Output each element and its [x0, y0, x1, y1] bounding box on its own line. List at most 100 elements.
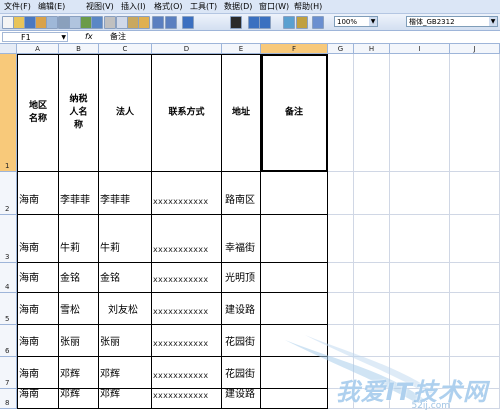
formula-input[interactable]: 备注: [110, 31, 126, 43]
cell-c1[interactable]: 法人: [99, 54, 152, 172]
autosum-icon[interactable]: [230, 16, 242, 29]
cell-j6[interactable]: [450, 325, 500, 357]
column-header-b[interactable]: B: [59, 44, 99, 54]
cell-e7[interactable]: 花园街: [222, 357, 261, 389]
cell-i5[interactable]: [390, 293, 450, 325]
cell-g3[interactable]: [328, 215, 354, 263]
select-all-corner[interactable]: [0, 44, 17, 54]
row-header-3[interactable]: 3: [0, 215, 17, 263]
cell-e2[interactable]: 路南区: [222, 172, 261, 215]
cell-b1[interactable]: 纳税人名称: [59, 54, 99, 172]
cell-d1[interactable]: 联系方式: [152, 54, 222, 172]
menu-item[interactable]: 文件(F): [4, 1, 31, 12]
cell-h3[interactable]: [354, 215, 390, 263]
cell-a2[interactable]: 海南: [17, 172, 59, 215]
cell-a4[interactable]: 海南: [17, 263, 59, 293]
chart-wizard-icon[interactable]: [283, 16, 295, 29]
cell-h7[interactable]: [354, 357, 390, 389]
column-header-j[interactable]: J: [450, 44, 500, 54]
cell-i1[interactable]: [390, 54, 450, 172]
cell-e3[interactable]: 幸福街: [222, 215, 261, 263]
row-header-6[interactable]: 6: [0, 325, 17, 357]
font-select[interactable]: 楷体_GB2312 ▼: [406, 16, 498, 27]
cell-c3[interactable]: 牛莉: [99, 215, 152, 263]
column-header-e[interactable]: E: [222, 44, 261, 54]
column-header-i[interactable]: I: [390, 44, 450, 54]
menu-item[interactable]: 工具(T): [190, 1, 217, 12]
row-header-4[interactable]: 4: [0, 263, 17, 293]
menu-item[interactable]: 数据(D): [224, 1, 252, 12]
cell-g7[interactable]: [328, 357, 354, 389]
menu-item[interactable]: 视图(V): [86, 1, 114, 12]
menu-item[interactable]: 窗口(W): [259, 1, 289, 12]
cell-h2[interactable]: [354, 172, 390, 215]
row-header-2[interactable]: 2: [0, 172, 17, 215]
cell-f7[interactable]: [261, 357, 328, 389]
menu-item[interactable]: 格式(O): [154, 1, 183, 12]
cell-d4[interactable]: xxxxxxxxxxx: [152, 263, 222, 293]
hyperlink-icon[interactable]: [182, 16, 194, 29]
row-header-1[interactable]: 1: [0, 54, 17, 172]
cell-i6[interactable]: [390, 325, 450, 357]
cell-e5[interactable]: 建设路: [222, 293, 261, 325]
cell-h4[interactable]: [354, 263, 390, 293]
cell-b3[interactable]: 牛莉: [59, 215, 99, 263]
row-header-7[interactable]: 7: [0, 357, 17, 389]
cell-f2[interactable]: [261, 172, 328, 215]
cell-d6[interactable]: xxxxxxxxxxx: [152, 325, 222, 357]
cell-g1[interactable]: [328, 54, 354, 172]
cell-a1[interactable]: 地区名称: [17, 54, 59, 172]
row-header-5[interactable]: 5: [0, 293, 17, 325]
cell-b6[interactable]: 张丽: [59, 325, 99, 357]
cell-b4[interactable]: 金铭: [59, 263, 99, 293]
cell-j4[interactable]: [450, 263, 500, 293]
help-icon[interactable]: [312, 16, 324, 29]
column-header-d[interactable]: D: [152, 44, 222, 54]
menu-item[interactable]: 编辑(E): [38, 1, 65, 12]
cell-b5[interactable]: 雪松: [59, 293, 99, 325]
insert-function-icon[interactable]: fx: [85, 32, 93, 41]
cell-i4[interactable]: [390, 263, 450, 293]
cell-c7[interactable]: 邓辉: [99, 357, 152, 389]
cell-a3[interactable]: 海南: [17, 215, 59, 263]
cell-a6[interactable]: 海南: [17, 325, 59, 357]
cell-g6[interactable]: [328, 325, 354, 357]
cut-icon[interactable]: [104, 16, 116, 29]
column-header-a[interactable]: A: [17, 44, 59, 54]
cell-c8[interactable]: 邓辉: [99, 389, 152, 409]
cell-d7[interactable]: xxxxxxxxxxx: [152, 357, 222, 389]
cell-j8[interactable]: [450, 389, 500, 409]
cell-j3[interactable]: [450, 215, 500, 263]
cell-g4[interactable]: [328, 263, 354, 293]
format-painter-icon[interactable]: [138, 16, 150, 29]
cell-d8[interactable]: xxxxxxxxxxx: [152, 389, 222, 409]
drawing-icon[interactable]: [296, 16, 308, 29]
cell-e4[interactable]: 光明顶: [222, 263, 261, 293]
cell-b7[interactable]: 邓辉: [59, 357, 99, 389]
cell-f8[interactable]: [261, 389, 328, 409]
row-header-8[interactable]: 8: [0, 389, 17, 409]
cell-b8[interactable]: 邓辉: [59, 389, 99, 409]
undo-icon[interactable]: [152, 16, 164, 29]
cell-d2[interactable]: xxxxxxxxxxx: [152, 172, 222, 215]
cell-i7[interactable]: [390, 357, 450, 389]
email-icon[interactable]: [46, 16, 58, 29]
cell-j7[interactable]: [450, 357, 500, 389]
column-header-h[interactable]: H: [354, 44, 390, 54]
column-header-f[interactable]: F: [261, 44, 328, 54]
cell-g5[interactable]: [328, 293, 354, 325]
cell-a8[interactable]: 海南: [17, 389, 59, 409]
cell-c5[interactable]: 刘友松: [99, 293, 152, 325]
cell-f5[interactable]: [261, 293, 328, 325]
cell-g2[interactable]: [328, 172, 354, 215]
cell-h8[interactable]: [354, 389, 390, 409]
menu-item[interactable]: 帮助(H): [294, 1, 322, 12]
cell-e8[interactable]: 建设路: [222, 389, 261, 409]
cell-b2[interactable]: 李菲菲: [59, 172, 99, 215]
cell-d3[interactable]: xxxxxxxxxxx: [152, 215, 222, 263]
redo-icon[interactable]: [165, 16, 177, 29]
cell-i8[interactable]: [390, 389, 450, 409]
cell-e6[interactable]: 花园街: [222, 325, 261, 357]
menu-item[interactable]: 插入(I): [121, 1, 146, 12]
column-header-c[interactable]: C: [99, 44, 152, 54]
